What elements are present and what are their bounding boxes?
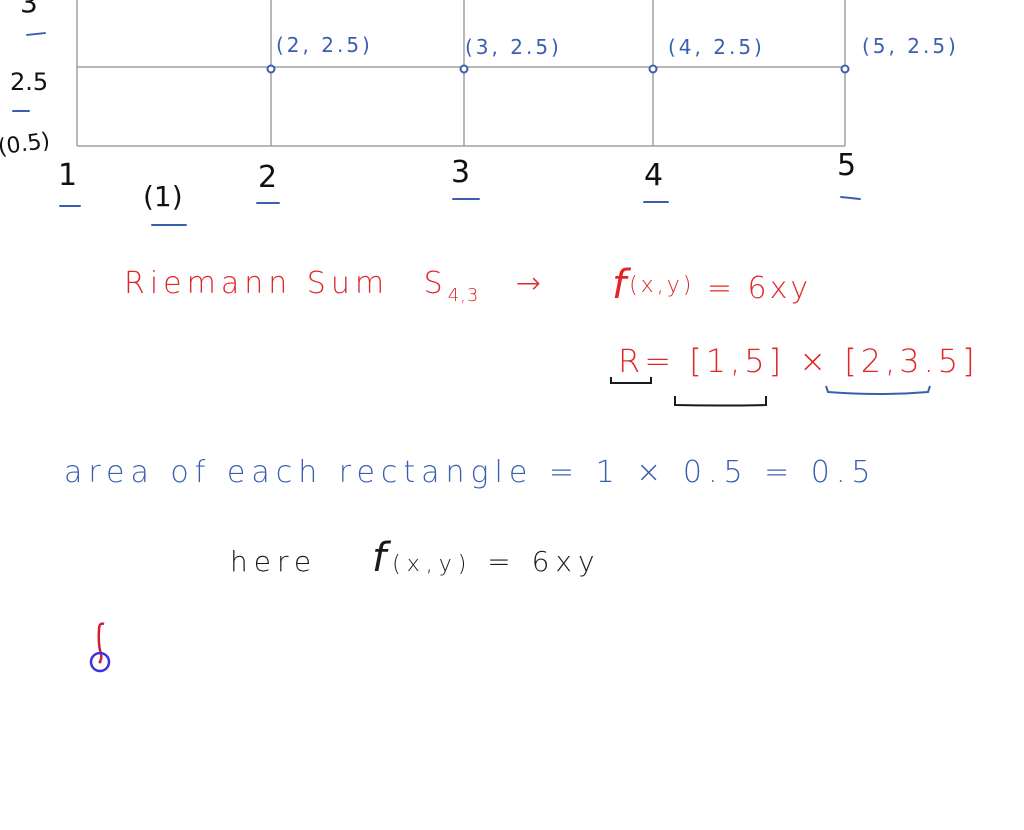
here-rhs: = 6xy [487,545,601,578]
point-label-2: (2, 2.5) [276,33,373,57]
x-tick-4-underline [643,201,669,203]
y-label-2-5-underline [12,110,30,112]
area-statement: area of each rectangle = 1 × 0.5 = 0.5 [64,455,877,490]
region-interval-x: [1,5] [689,342,786,380]
x-tick-1-underline [59,205,81,207]
riemann-arrow: → [515,266,547,301]
here-f: f [372,535,393,581]
x-tick-3: 3 [451,155,471,190]
dx-label-underline [151,224,187,226]
x-tick-3-underline [452,198,480,200]
grid-canvas [76,0,931,673]
function-f: f [612,262,630,308]
underline-interval-y [825,385,931,395]
riemann-heading: Riemann Sum S4,3 → [124,266,546,306]
riemann-S: S [423,266,448,301]
point-label-3: (3, 2.5) [465,35,562,59]
y-label-2-5: 2.5 [10,68,49,96]
function-rhs: = 6xy [706,271,812,306]
point-label-5: (5, 2.5) [862,34,959,58]
here-args: (x,y) [392,552,473,577]
region-R: R [618,342,645,380]
grid-lines [76,0,846,147]
region-definition: R= [1,5] × [2,3.5] [618,342,979,380]
grid-point-5 [840,64,850,74]
function-args: (x,y) [629,273,695,298]
x-tick-4: 4 [644,158,664,193]
grid-point-4 [648,64,658,74]
x-tick-1: 1 [58,158,78,193]
function-def: f(x,y) = 6xy [612,262,811,308]
region-interval-y: [2,3.5] [844,342,979,380]
riemann-subscript: 4,3 [447,285,480,306]
x-tick-2-underline [256,202,280,204]
y-label-3: 3 [20,0,38,19]
x-tick-5: 5 [837,148,857,183]
grid-point-3 [459,64,469,74]
underline-interval-x [674,396,767,407]
here-statement: here f(x,y) = 6xy [230,535,601,581]
region-eq: = [644,342,676,380]
region-times: × [799,342,831,380]
pen-cursor-icon [89,622,111,673]
grid-point-2 [266,64,276,74]
x-tick-2: 2 [258,160,278,195]
riemann-text: Riemann Sum [124,266,390,301]
dx-label: (1) [143,180,183,213]
here-text: here [230,545,318,578]
point-label-4: (4, 2.5) [668,35,765,59]
